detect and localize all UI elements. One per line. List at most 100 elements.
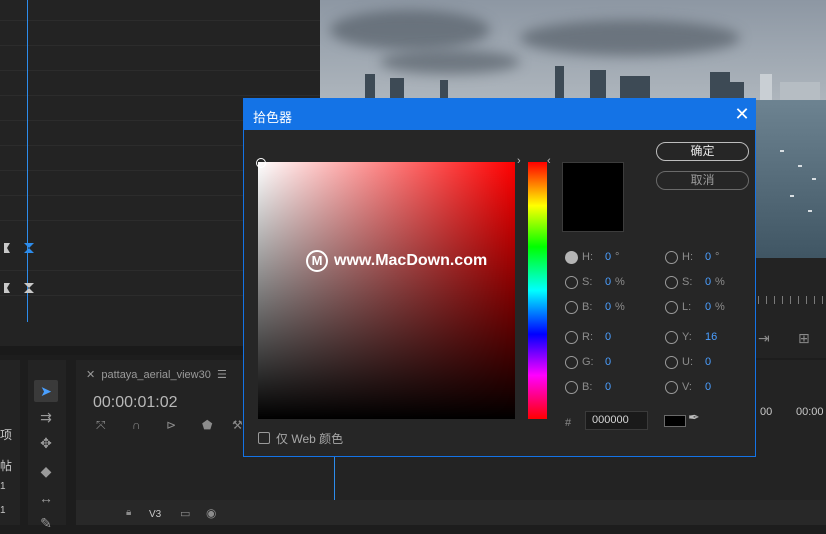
track-label[interactable]: V3 bbox=[149, 509, 161, 520]
project-text: 1 bbox=[0, 481, 6, 492]
radio-s[interactable] bbox=[665, 276, 678, 289]
wrench-icon[interactable]: ⚒ bbox=[232, 418, 243, 432]
lock-icon[interactable]: 🔒︎ bbox=[126, 507, 131, 518]
keyframe-icon[interactable] bbox=[4, 243, 10, 253]
color-field-marker[interactable] bbox=[256, 158, 266, 168]
hue-slider-arrow-icon[interactable]: › bbox=[517, 155, 521, 167]
project-text: 1 bbox=[0, 505, 6, 516]
field-label: H: bbox=[582, 251, 593, 263]
keyframe-icon[interactable] bbox=[24, 283, 34, 293]
project-text: 项 bbox=[0, 428, 13, 442]
radio-h[interactable] bbox=[565, 251, 578, 264]
radio-y[interactable] bbox=[665, 331, 678, 344]
keyframe-icon[interactable] bbox=[24, 243, 34, 253]
field-value[interactable]: 0 bbox=[705, 356, 711, 368]
keyframe-markers[interactable] bbox=[4, 240, 34, 300]
field-value[interactable]: 0 bbox=[605, 251, 611, 263]
field-value[interactable]: 0 bbox=[705, 276, 711, 288]
field-unit: % bbox=[615, 301, 625, 313]
ripple-edit-icon[interactable]: ✥ bbox=[34, 432, 58, 454]
sequence-tab[interactable]: ✕ pattaya_aerial_view30 ☰ bbox=[86, 368, 227, 381]
field-label: Y: bbox=[682, 331, 692, 343]
boat bbox=[808, 210, 812, 212]
field-value[interactable]: 0 bbox=[705, 251, 711, 263]
sequence-tab-label: pattaya_aerial_view30 bbox=[101, 369, 211, 381]
building bbox=[620, 76, 650, 100]
field-value[interactable]: 0 bbox=[605, 331, 611, 343]
radio-u[interactable] bbox=[665, 356, 678, 369]
building bbox=[440, 80, 448, 100]
dialog-title-bar[interactable]: 拾色器 ✕ bbox=[244, 99, 755, 130]
radio-b[interactable] bbox=[565, 381, 578, 394]
field-value[interactable]: 0 bbox=[605, 381, 611, 393]
timecode-display[interactable]: 00:00:01:02 bbox=[93, 394, 178, 412]
building bbox=[365, 74, 375, 100]
boat bbox=[798, 165, 802, 167]
field-label: S: bbox=[582, 276, 593, 288]
project-text: 帖 bbox=[0, 459, 13, 473]
film-icon[interactable]: ▭ bbox=[180, 507, 190, 520]
radio-b[interactable] bbox=[565, 301, 578, 314]
field-unit: % bbox=[715, 301, 725, 313]
radio-h[interactable] bbox=[665, 251, 678, 264]
eye-icon[interactable]: ◉ bbox=[206, 506, 216, 520]
building bbox=[390, 78, 404, 100]
grid-line bbox=[0, 20, 320, 21]
field-label: S: bbox=[682, 276, 693, 288]
field-value[interactable]: 0 bbox=[605, 276, 611, 288]
cloud bbox=[520, 20, 740, 56]
close-icon[interactable]: ✕ bbox=[732, 103, 752, 125]
field-unit: % bbox=[615, 276, 625, 288]
watermark: Mwww.MacDown.com bbox=[306, 250, 487, 272]
magnet-icon[interactable]: ∩ bbox=[132, 418, 141, 432]
web-colors-only-label[interactable]: 仅 Web 颜色 bbox=[276, 430, 343, 447]
web-colors-only-checkbox[interactable] bbox=[258, 432, 270, 444]
hue-slider-arrow-icon[interactable]: ‹ bbox=[547, 155, 551, 167]
hex-input[interactable]: 000000 bbox=[585, 411, 648, 430]
saturation-brightness-field[interactable] bbox=[258, 162, 515, 419]
field-unit: % bbox=[715, 276, 725, 288]
marker-icon[interactable]: ⬟ bbox=[202, 418, 212, 432]
slip-icon[interactable]: ↔ bbox=[34, 487, 58, 509]
snap-icon[interactable]: ⤧ bbox=[96, 418, 106, 433]
radio-l[interactable] bbox=[665, 301, 678, 314]
color-preview-swatch bbox=[664, 415, 686, 427]
field-value[interactable]: 0 bbox=[705, 301, 711, 313]
watermark-logo: M bbox=[306, 250, 328, 272]
radio-g[interactable] bbox=[565, 356, 578, 369]
dialog-title: 拾色器 bbox=[253, 110, 293, 125]
building bbox=[555, 66, 564, 100]
export-frame-icon[interactable]: ⊞ bbox=[798, 330, 810, 347]
close-icon[interactable]: ✕ bbox=[86, 369, 95, 381]
cancel-button[interactable]: 取消 bbox=[656, 171, 749, 190]
pen-icon[interactable]: ✎ bbox=[34, 512, 58, 534]
radio-s[interactable] bbox=[565, 276, 578, 289]
field-value[interactable]: 0 bbox=[605, 356, 611, 368]
keyframe-icon[interactable] bbox=[4, 283, 10, 293]
grid-line bbox=[0, 70, 320, 71]
ruler-time: 00 bbox=[760, 406, 773, 418]
radio-v[interactable] bbox=[665, 381, 678, 394]
boat bbox=[780, 150, 784, 152]
field-value[interactable]: 0 bbox=[705, 381, 711, 393]
ok-button[interactable]: 确定 bbox=[656, 142, 749, 161]
boat bbox=[790, 195, 794, 197]
field-label: R: bbox=[582, 331, 593, 343]
field-label: B: bbox=[582, 381, 593, 393]
linked-selection-icon[interactable]: ⊳ bbox=[166, 418, 176, 432]
monitor-ruler[interactable] bbox=[758, 296, 826, 304]
building bbox=[710, 72, 730, 100]
selection-tool-icon[interactable]: ➤ bbox=[34, 380, 58, 402]
color-picker-dialog: 拾色器 ✕ › ‹ 确定 取消 H: 0 ° S: 0% B: 0% R: 0 G: 0 B: 0 H: 0… bbox=[243, 98, 756, 457]
hue-slider[interactable] bbox=[528, 162, 547, 419]
radio-r[interactable] bbox=[565, 331, 578, 344]
field-value[interactable]: 0 bbox=[605, 301, 611, 313]
insert-icon[interactable]: ⇥ bbox=[758, 330, 770, 347]
field-value[interactable]: 16 bbox=[705, 331, 717, 343]
razor-icon[interactable]: ◆ bbox=[34, 460, 58, 482]
eyedropper-icon[interactable]: ✒ bbox=[688, 409, 700, 426]
menu-icon[interactable]: ☰ bbox=[217, 369, 227, 381]
field-label: L: bbox=[682, 301, 692, 313]
current-color-swatch bbox=[562, 162, 624, 232]
track-select-icon[interactable]: ⇉ bbox=[34, 406, 58, 428]
